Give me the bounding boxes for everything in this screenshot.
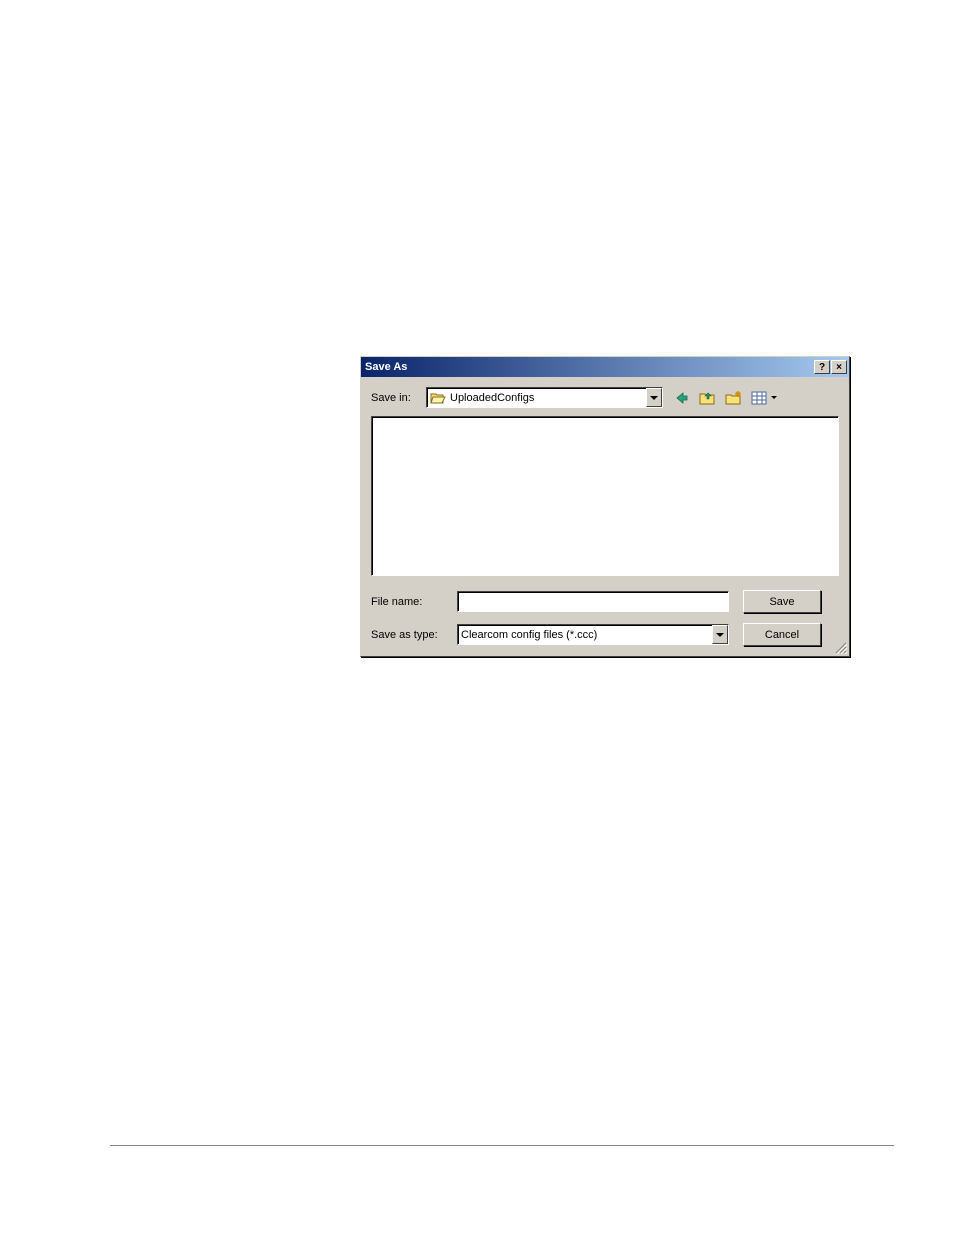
titlebar[interactable]: Save As ? ×	[361, 357, 849, 377]
save-button[interactable]: Save	[743, 590, 821, 613]
save-in-combo[interactable]: UploadedConfigs	[426, 387, 663, 408]
save-as-dialog: Save As ? × Save in: UploadedConfigs	[360, 356, 850, 657]
save-in-dropdown-arrow[interactable]	[646, 388, 662, 407]
save-as-type-combo[interactable]: Clearcom config files (*.ccc)	[457, 624, 729, 645]
file-list[interactable]	[371, 416, 839, 576]
view-menu-arrow[interactable]	[769, 387, 779, 408]
save-in-value-wrap: UploadedConfigs	[427, 391, 646, 405]
save-as-type-value-wrap: Clearcom config files (*.ccc)	[458, 629, 712, 641]
resize-grip[interactable]	[833, 640, 847, 654]
save-in-label: Save in:	[371, 392, 426, 404]
new-folder-button[interactable]	[723, 387, 745, 408]
dialog-title: Save As	[365, 361, 813, 373]
help-icon: ?	[819, 362, 825, 373]
file-name-row: File name: Save	[371, 590, 839, 613]
arrow-left-icon	[674, 391, 690, 405]
chevron-down-icon	[650, 396, 658, 400]
save-as-type-label: Save as type:	[371, 629, 457, 641]
folder-open-icon	[430, 391, 446, 405]
chevron-down-icon	[716, 633, 724, 637]
page-footer-rule	[110, 1145, 894, 1146]
save-as-type-row: Save as type: Clearcom config files (*.c…	[371, 623, 839, 646]
up-one-level-button[interactable]	[697, 387, 719, 408]
close-button[interactable]: ×	[831, 360, 847, 374]
view-grid-icon	[751, 391, 767, 405]
save-in-value: UploadedConfigs	[450, 392, 534, 404]
save-as-type-dropdown-arrow[interactable]	[712, 625, 728, 644]
close-icon: ×	[836, 362, 842, 373]
nav-toolbar	[671, 387, 779, 408]
save-in-row: Save in: UploadedConfigs	[371, 387, 839, 408]
folder-up-icon	[699, 390, 717, 406]
dialog-body: Save in: UploadedConfigs	[361, 377, 849, 656]
back-button[interactable]	[671, 387, 693, 408]
titlebar-buttons: ? ×	[813, 360, 847, 374]
new-folder-icon	[725, 390, 743, 406]
help-button[interactable]: ?	[814, 360, 830, 374]
file-name-input[interactable]	[457, 591, 729, 612]
file-name-label: File name:	[371, 596, 457, 608]
resize-grip-icon	[833, 640, 847, 654]
chevron-down-icon	[771, 396, 777, 399]
view-menu-button[interactable]	[749, 387, 779, 408]
cancel-button[interactable]: Cancel	[743, 623, 821, 646]
save-as-type-value: Clearcom config files (*.ccc)	[461, 629, 597, 641]
